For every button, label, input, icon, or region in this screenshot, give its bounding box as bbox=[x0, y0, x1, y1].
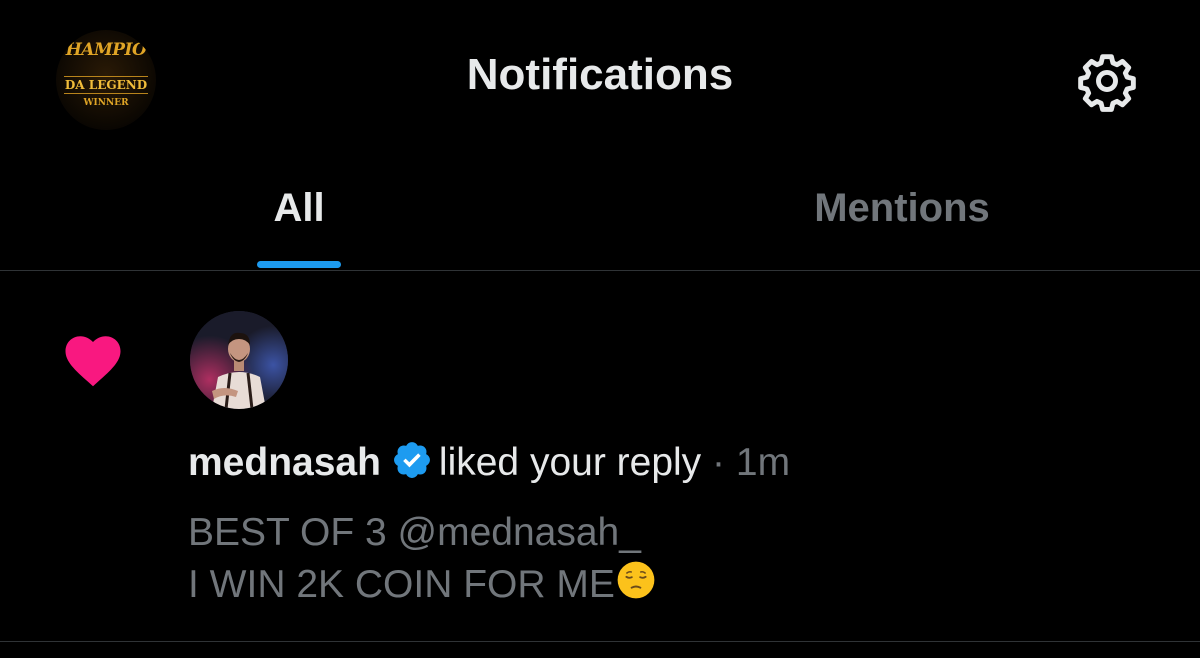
reply-line: BEST OF 3 @mednasah_ bbox=[188, 511, 641, 554]
username-link[interactable]: mednasah bbox=[188, 441, 381, 484]
tab-all[interactable]: All bbox=[0, 150, 600, 270]
settings-button[interactable] bbox=[1074, 48, 1140, 114]
action-text: liked your reply bbox=[438, 441, 702, 484]
avatar-portrait-image bbox=[190, 311, 288, 409]
tab-all-label: All bbox=[273, 186, 325, 230]
notification-summary: mednasah liked your reply · 1m bbox=[188, 438, 790, 488]
page-title: Notifications bbox=[466, 50, 734, 99]
gear-icon bbox=[1078, 54, 1136, 112]
tab-mentions-label: Mentions bbox=[814, 186, 990, 230]
reply-preview-text[interactable]: BEST OF 3 @mednasah_ I WIN 2K COIN FOR M… bbox=[188, 507, 657, 611]
notification-item[interactable]: mednasah liked your reply · 1m BEST OF 3… bbox=[0, 271, 1200, 642]
reply-line-text: I WIN 2K COIN FOR ME bbox=[188, 563, 615, 606]
tab-mentions[interactable]: Mentions bbox=[600, 150, 1200, 270]
reply-line: I WIN 2K COIN FOR ME bbox=[188, 559, 657, 611]
verified-badge-icon bbox=[393, 442, 430, 478]
heart-icon bbox=[65, 336, 121, 387]
separator-dot: · bbox=[712, 441, 726, 484]
active-tab-indicator bbox=[257, 261, 341, 268]
user-avatar[interactable] bbox=[190, 311, 288, 409]
timestamp: 1m bbox=[735, 441, 791, 484]
pensive-face-emoji-icon bbox=[617, 561, 655, 599]
top-header: HAMPIO DA LEGEND WINNER Notifications bbox=[0, 0, 1200, 150]
tab-bar: All Mentions bbox=[0, 150, 1200, 271]
